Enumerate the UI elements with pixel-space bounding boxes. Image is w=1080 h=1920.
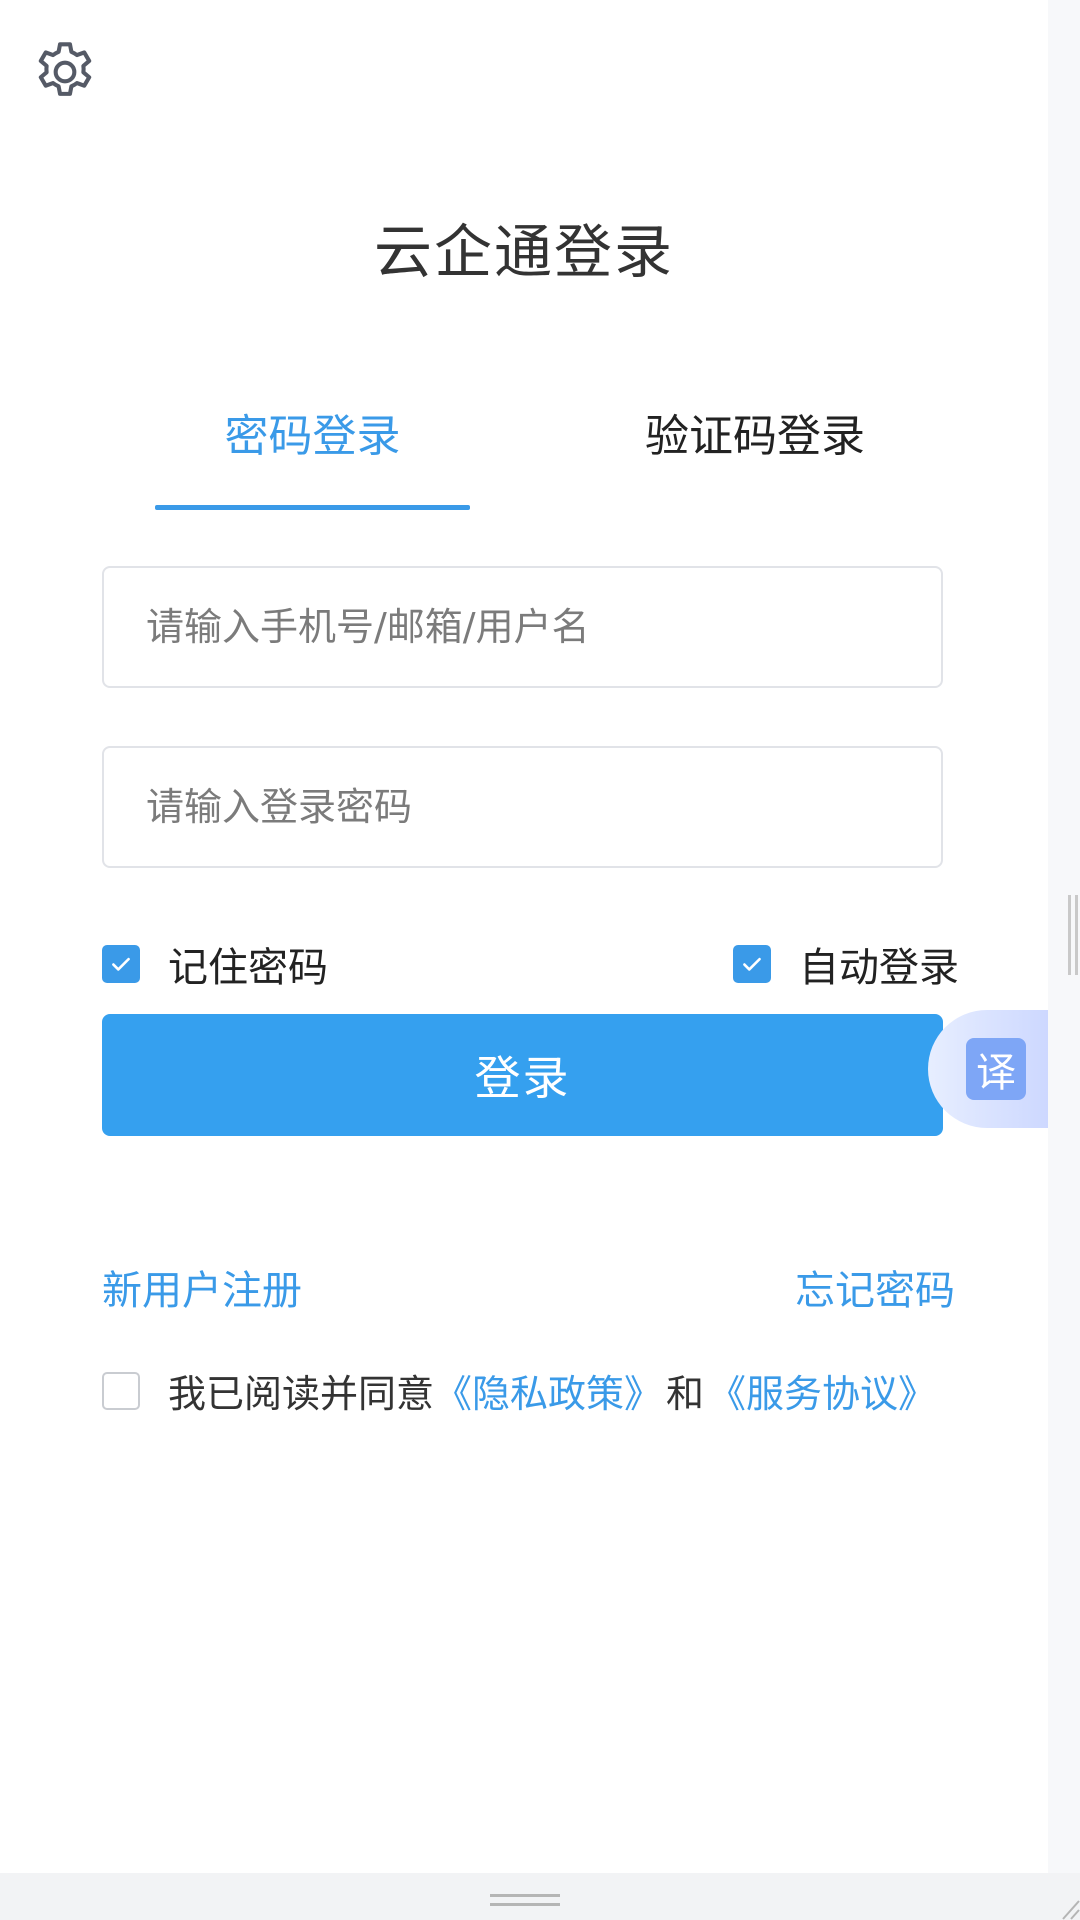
login-tabs: 密码登录 验证码登录 [155, 400, 945, 512]
login-button[interactable]: 登录 [102, 1014, 943, 1136]
auto-login-label: 自动登录 [799, 945, 959, 991]
account-input[interactable] [104, 568, 941, 686]
translate-icon: 译 [966, 1038, 1026, 1100]
remember-password-label: 记住密码 [168, 945, 328, 991]
check-icon [743, 957, 761, 971]
forgot-password-link[interactable]: 忘记密码 [795, 1258, 955, 1316]
account-field[interactable] [102, 566, 943, 688]
auto-login-option[interactable]: 自动登录 [733, 935, 959, 993]
remember-password-checkbox[interactable] [102, 945, 140, 983]
resize-grip-icon[interactable] [1055, 1885, 1080, 1920]
agreement-and: 和 [666, 1372, 705, 1416]
password-input[interactable] [104, 748, 941, 866]
agreement-row: 我已阅读并同意 《隐私政策》 和 《服务协议》 [102, 1363, 936, 1418]
agreement-text: 我已阅读并同意 [168, 1372, 435, 1416]
page-title: 云企通登录 [373, 218, 674, 286]
login-screen: 云企通登录 密码登录 验证码登录 记住密码 自动登录 登录 译 新用户注册 忘记… [0, 0, 1080, 1920]
register-link[interactable]: 新用户注册 [102, 1258, 302, 1316]
scroll-handle[interactable] [1068, 895, 1078, 975]
tab-code-login[interactable]: 验证码登录 [585, 400, 925, 512]
auto-login-checkbox[interactable] [733, 945, 771, 983]
remember-password-option[interactable]: 记住密码 [102, 935, 328, 993]
active-tab-indicator [155, 505, 470, 510]
password-field[interactable] [102, 746, 943, 868]
drag-handle[interactable] [490, 1894, 560, 1906]
gear-icon [38, 42, 92, 96]
tab-password-login[interactable]: 密码登录 [155, 400, 470, 512]
privacy-policy-link[interactable]: 《隐私政策》 [434, 1363, 662, 1418]
agreement-checkbox[interactable] [102, 1371, 140, 1410]
service-agreement-link[interactable]: 《服务协议》 [708, 1363, 936, 1418]
check-icon [112, 957, 130, 971]
settings-button[interactable] [28, 35, 102, 109]
translate-button[interactable]: 译 [928, 1010, 1048, 1128]
